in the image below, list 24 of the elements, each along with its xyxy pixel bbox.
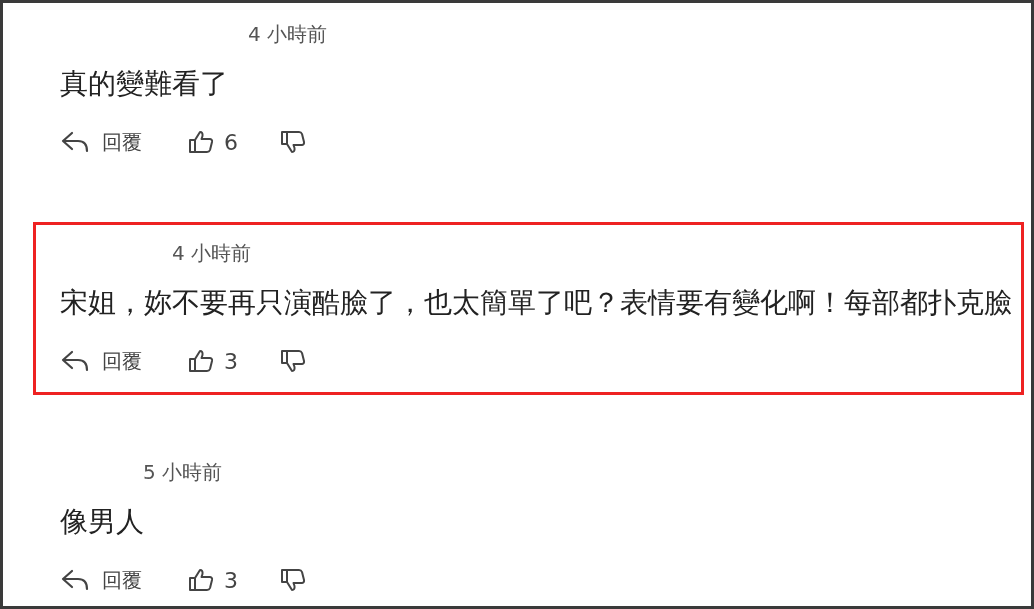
like-button[interactable]: 3 — [188, 567, 280, 593]
thumbs-up-icon — [188, 349, 214, 373]
thumbs-down-icon — [280, 130, 306, 154]
dislike-button[interactable] — [280, 568, 306, 592]
reply-icon — [60, 569, 90, 591]
comment-time: 4 小時前 — [248, 20, 328, 48]
comment-text: 像男人 — [60, 504, 144, 539]
dislike-button[interactable] — [280, 349, 306, 373]
reply-icon — [60, 131, 90, 153]
reply-button[interactable]: 回覆 — [60, 566, 188, 594]
like-button[interactable]: 3 — [188, 348, 280, 374]
thumbs-up-icon — [188, 568, 214, 592]
thumbs-up-icon — [188, 130, 214, 154]
comment-text: 真的變難看了 — [60, 66, 228, 101]
thumbs-down-icon — [280, 568, 306, 592]
comment-text: 宋姐，妳不要再只演酷臉了，也太簡單了吧？表情要有變化啊！每部都扑克臉 — [60, 285, 1012, 320]
thumbs-down-icon — [280, 349, 306, 373]
comment-time: 5 小時前 — [143, 458, 223, 486]
dislike-button[interactable] — [280, 130, 306, 154]
reply-button[interactable]: 回覆 — [60, 128, 188, 156]
comment-time: 4 小時前 — [172, 239, 252, 267]
like-button[interactable]: 6 — [188, 129, 280, 155]
reply-icon — [60, 350, 90, 372]
reply-button[interactable]: 回覆 — [60, 347, 188, 375]
